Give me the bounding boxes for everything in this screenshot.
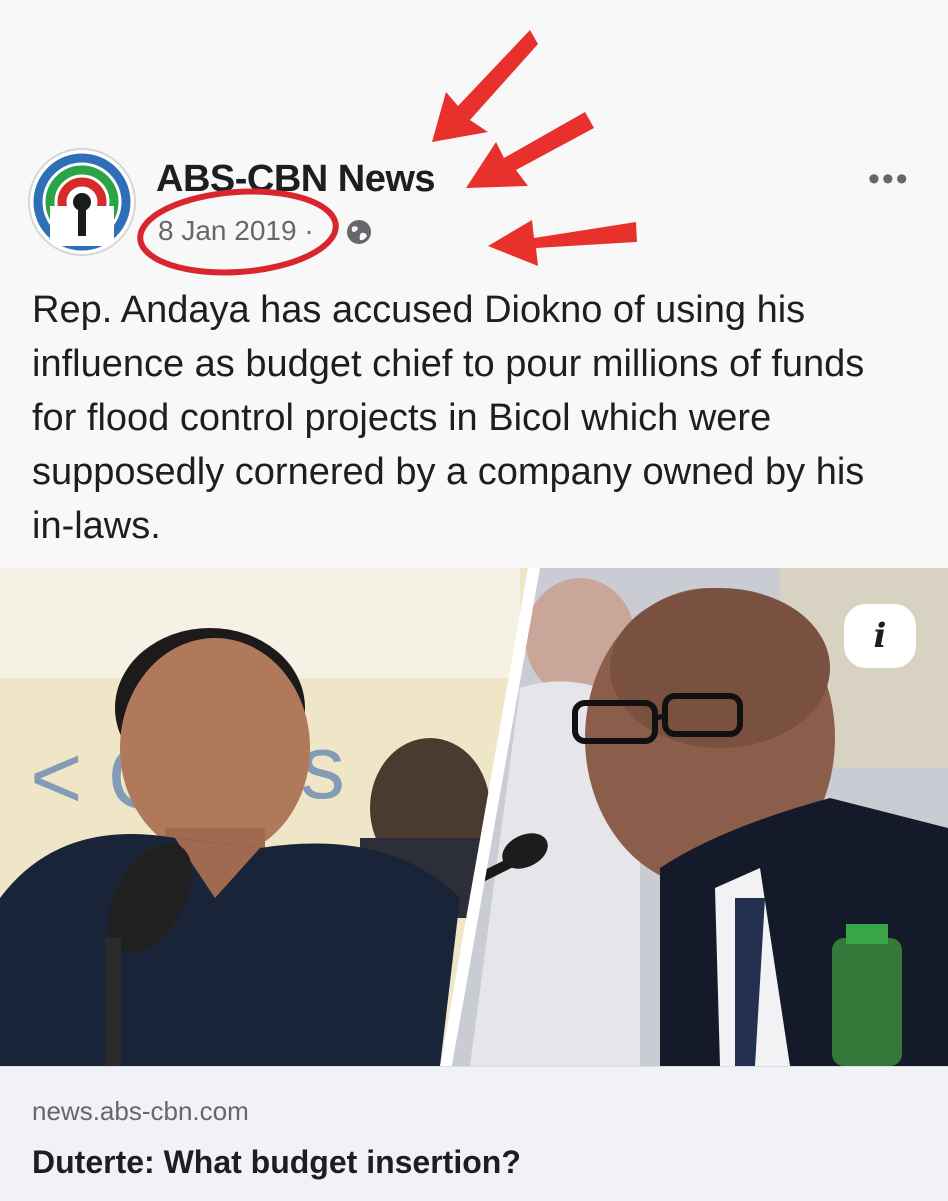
page-name[interactable]: ABS-CBN News	[156, 158, 436, 201]
facebook-post: ABS-CBN News 8 Jan 2019 · ••• Rep. Anday…	[0, 0, 948, 1201]
abs-cbn-logo-avatar[interactable]	[30, 150, 134, 254]
abs-cbn-logo-icon	[30, 150, 134, 254]
news-photo-collage: < G s	[0, 568, 948, 1066]
post-caption: Rep. Andaya has accused Diokno of using …	[32, 289, 865, 547]
red-arrow-icon	[466, 112, 594, 188]
link-headline[interactable]: Duterte: What budget insertion?	[32, 1144, 521, 1181]
link-domain[interactable]: news.abs-cbn.com	[32, 1096, 249, 1127]
globe-icon	[347, 220, 371, 244]
more-options-icon[interactable]: •••	[868, 160, 910, 199]
info-button[interactable]: i	[844, 604, 916, 668]
red-arrow-icon	[488, 220, 637, 266]
post-date[interactable]: 8 Jan 2019 ·	[158, 215, 314, 247]
red-arrow-icon	[432, 30, 538, 142]
post-image[interactable]: < G s	[0, 568, 948, 1066]
